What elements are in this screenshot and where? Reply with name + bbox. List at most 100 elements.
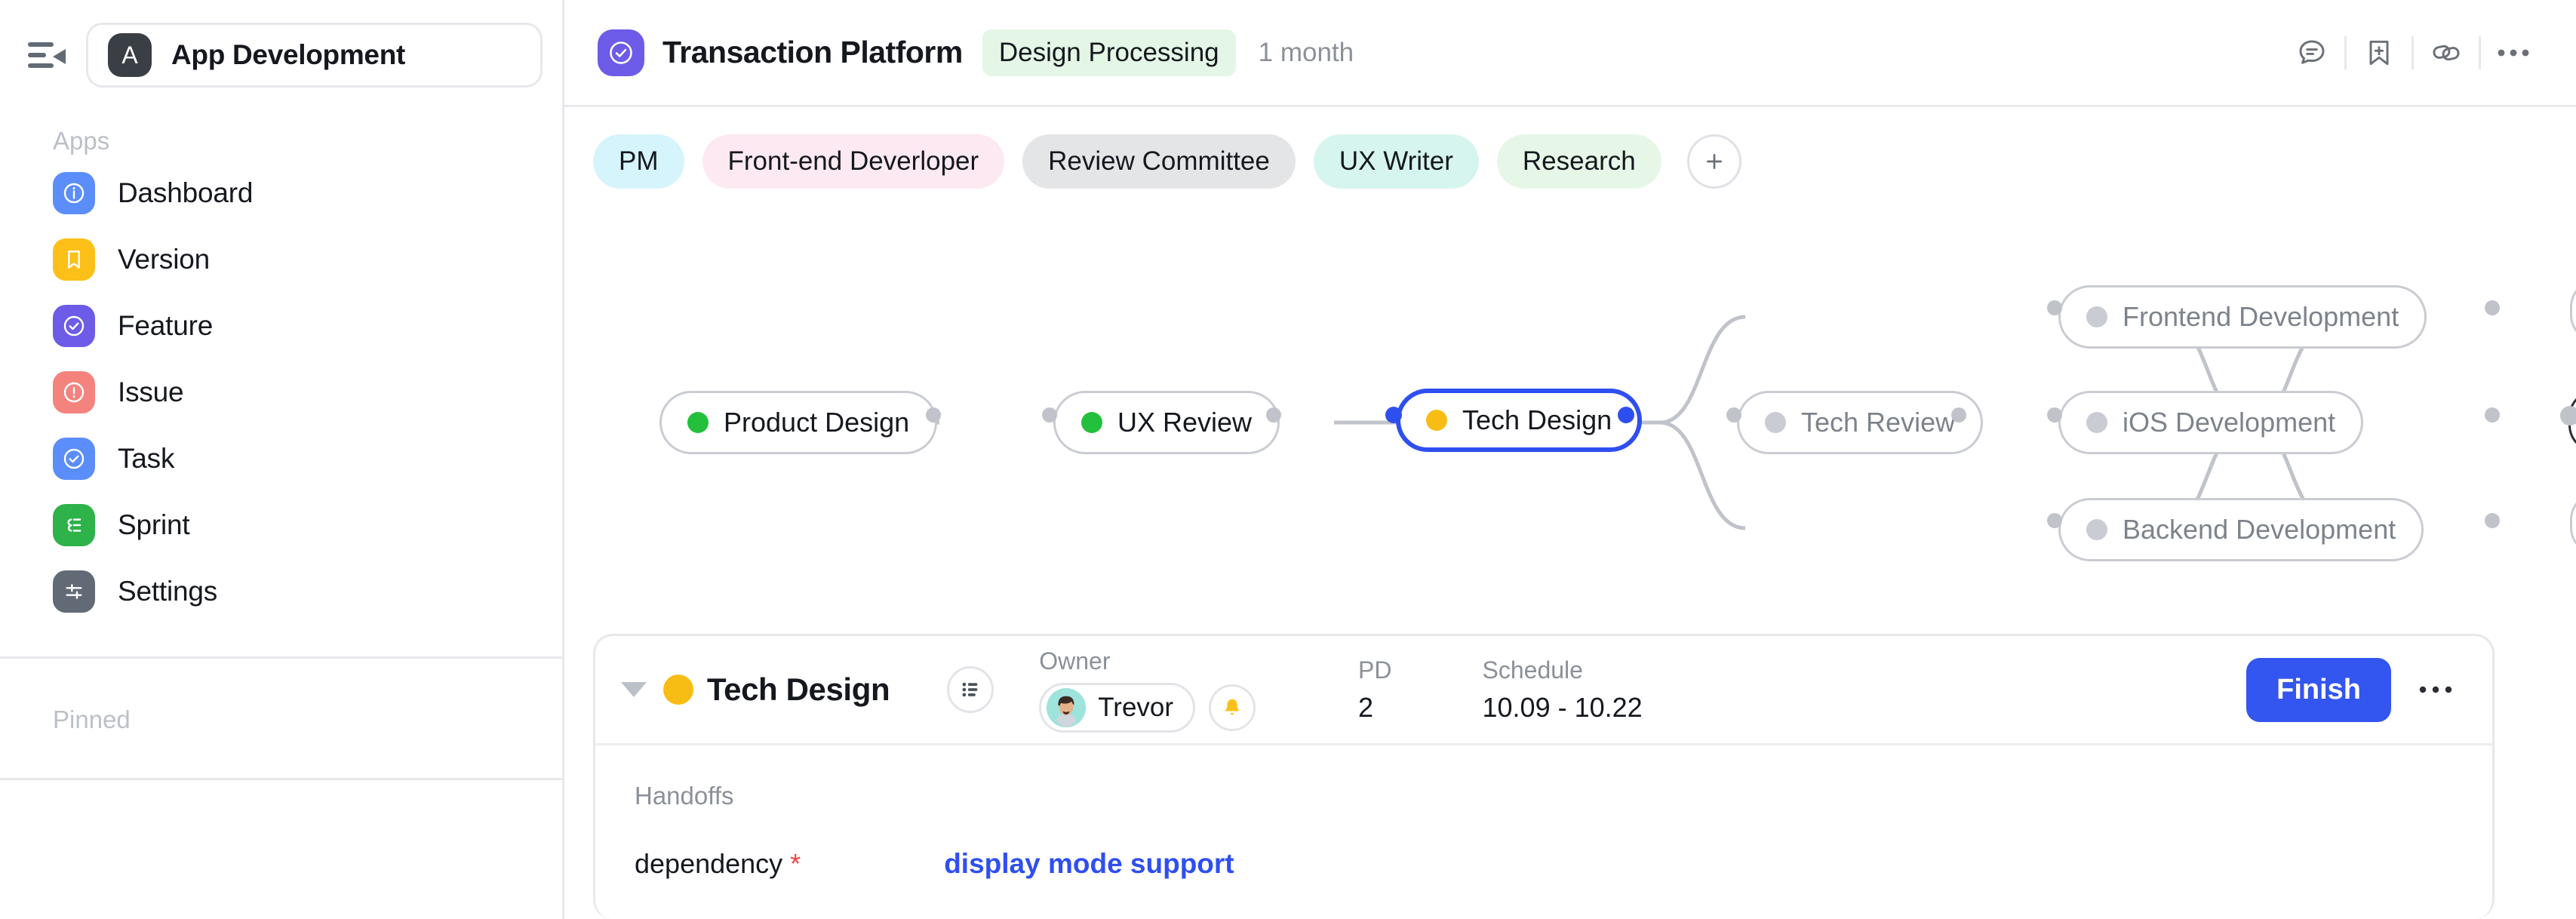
workflow-canvas[interactable]: Product Design UX Review Tech Design Tec… — [564, 211, 2576, 634]
owner-name: Trevor — [1098, 692, 1174, 722]
sidebar-item-issue[interactable]: Issue — [45, 359, 562, 426]
finish-button[interactable]: Finish — [2246, 657, 2391, 722]
sidebar-item-label: Feature — [118, 310, 214, 341]
comment-icon[interactable] — [2279, 20, 2344, 85]
sidebar-item-settings[interactable]: Settings — [45, 558, 562, 625]
check-badge-icon — [598, 29, 644, 76]
flow-node-backend-development[interactable]: Backend Development — [2058, 498, 2424, 561]
flow-node-ios-development[interactable]: iOS Development — [2058, 391, 2364, 454]
flow-node-offscreen-top[interactable] — [2570, 279, 2576, 343]
status-badge[interactable]: Design Processing — [982, 29, 1236, 76]
node-port[interactable] — [1726, 407, 1741, 423]
node-port[interactable] — [926, 407, 941, 423]
app-root: A App Development Apps Dashboard Version… — [0, 0, 2576, 919]
bell-icon[interactable] — [1209, 684, 1256, 731]
flow-node-label: Backend Development — [2123, 514, 2396, 545]
flow-node-label: Frontend Development — [2123, 301, 2399, 332]
sidebar-item-dashboard[interactable]: Dashboard — [45, 160, 562, 226]
task-detail-header: Tech Design Owner Trevor PD 2 Schedule 1… — [595, 636, 2492, 745]
sidebar-nav: Dashboard Version Feature Issue Task Spr… — [0, 160, 562, 625]
dependency-label: dependency — [635, 848, 783, 879]
sidebar-item-version[interactable]: Version — [45, 226, 562, 293]
flow-node-tech-review[interactable]: Tech Review — [1737, 391, 1984, 454]
bookmark-icon — [53, 238, 95, 281]
workspace-name: App Development — [171, 39, 406, 70]
status-dot — [1426, 410, 1447, 431]
node-port[interactable] — [2047, 300, 2062, 315]
node-port[interactable] — [2560, 406, 2576, 426]
status-dot — [2086, 306, 2107, 327]
status-dot — [663, 675, 693, 705]
sidebar: A App Development Apps Dashboard Version… — [0, 0, 564, 919]
flow-node-frontend-development[interactable]: Frontend Development — [2058, 285, 2427, 349]
status-dot — [1081, 412, 1102, 433]
owner-label: Owner — [1039, 647, 1111, 675]
sidebar-header: A App Development — [0, 0, 562, 88]
detail-panel: Tech Design Owner Trevor PD 2 Schedule 1… — [564, 634, 2576, 919]
sidebar-item-label: Settings — [118, 576, 218, 607]
check-circle-icon — [53, 305, 95, 347]
avatar — [1047, 687, 1087, 727]
flow-node-label: Tech Design — [1462, 404, 1612, 435]
sidebar-item-sprint[interactable]: Sprint — [45, 492, 562, 558]
node-port[interactable] — [1951, 407, 1966, 423]
dependency-value-link[interactable]: display mode support — [944, 848, 1234, 880]
task-detail-card: Tech Design Owner Trevor PD 2 Schedule 1… — [593, 634, 2495, 919]
sidebar-item-label: Sprint — [118, 509, 190, 540]
owner-row: Trevor — [1039, 682, 1256, 733]
node-port[interactable] — [1385, 407, 1402, 423]
flow-node-ux-review[interactable]: UX Review — [1053, 391, 1280, 454]
pd-field: PD 2 — [1358, 656, 1391, 724]
link-icon[interactable] — [2414, 20, 2479, 85]
role-tag-frontend-developer[interactable]: Front-end Deverloper — [702, 134, 1005, 189]
node-port[interactable] — [1618, 407, 1634, 423]
sidebar-item-label: Version — [118, 244, 211, 275]
status-dot — [1765, 412, 1786, 433]
project-duration: 1 month — [1258, 37, 1354, 67]
role-tag-research[interactable]: Research — [1496, 134, 1661, 189]
add-role-tag-button[interactable] — [1686, 134, 1741, 189]
more-horizontal-icon[interactable] — [2409, 663, 2462, 716]
flow-node-tech-design[interactable]: Tech Design — [1396, 389, 1643, 452]
sidebar-collapse-icon[interactable] — [26, 33, 69, 77]
role-tag-review-committee[interactable]: Review Committee — [1022, 134, 1296, 189]
node-port[interactable] — [1042, 407, 1057, 423]
node-port[interactable] — [1266, 407, 1281, 423]
schedule-label: Schedule — [1482, 656, 1583, 684]
flow-node-product-design[interactable]: Product Design — [659, 391, 938, 454]
flow-node-label: UX Review — [1117, 407, 1253, 438]
required-asterisk: * — [790, 848, 801, 879]
schedule-value: 10.09 - 10.22 — [1482, 691, 1643, 723]
sprint-list-icon — [53, 504, 95, 546]
sidebar-item-label: Task — [118, 443, 175, 474]
header-actions — [2279, 20, 2546, 85]
node-port[interactable] — [2047, 513, 2062, 528]
node-port[interactable] — [2047, 407, 2062, 423]
bullet-list-icon[interactable] — [947, 666, 994, 713]
info-circle-icon — [53, 172, 95, 214]
status-dot — [687, 412, 709, 433]
schedule-field: Schedule 10.09 - 10.22 — [1483, 656, 1643, 724]
status-dot — [2086, 519, 2107, 540]
alert-circle-icon — [53, 371, 95, 413]
bookmark-plus-icon[interactable] — [2347, 20, 2412, 85]
sidebar-item-label: Dashboard — [118, 177, 254, 208]
flow-node-label: Product Design — [724, 407, 910, 438]
role-tag-pm[interactable]: PM — [593, 134, 684, 189]
flow-node-offscreen-bottom[interactable] — [2570, 492, 2576, 555]
more-horizontal-icon[interactable] — [2481, 20, 2546, 85]
flow-node-label: Tech Review — [1801, 407, 1956, 438]
collapse-caret-icon[interactable] — [621, 682, 647, 697]
role-tag-ux-writer[interactable]: UX Writer — [1313, 134, 1479, 189]
task-title: Tech Design — [707, 672, 890, 707]
project-header: Transaction Platform Design Processing 1… — [564, 0, 2576, 107]
node-port[interactable] — [2485, 300, 2500, 315]
node-port[interactable] — [2485, 513, 2500, 528]
sidebar-item-label: Issue — [118, 377, 184, 407]
sidebar-item-task[interactable]: Task — [45, 426, 562, 492]
owner-chip[interactable]: Trevor — [1039, 682, 1196, 733]
sidebar-item-feature[interactable]: Feature — [45, 293, 562, 359]
node-port[interactable] — [2485, 407, 2500, 423]
workspace-switcher[interactable]: A App Development — [86, 23, 543, 88]
sidebar-divider-2 — [0, 778, 562, 780]
